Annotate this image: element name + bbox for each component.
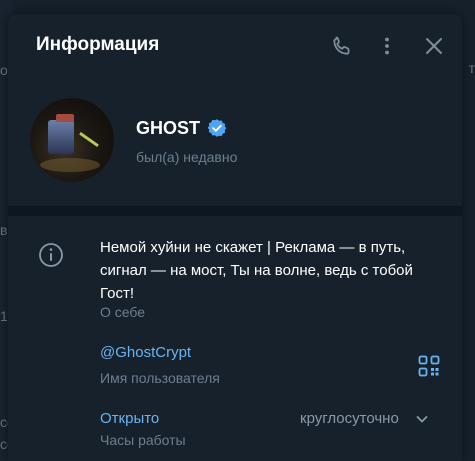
profile-status: был(а) недавно	[136, 149, 238, 165]
working-hours-label: Часы работы	[100, 432, 186, 448]
username-label: Имя пользователя	[100, 370, 220, 386]
avatar[interactable]	[30, 98, 114, 182]
background-fragment: т	[468, 60, 475, 76]
background-fragment: о	[0, 62, 8, 78]
working-hours-dropdown[interactable]: круглосуточно	[300, 410, 399, 427]
dialog-header: Информация	[8, 14, 462, 78]
dialog-title: Информация	[36, 34, 160, 55]
bio-text: Немой хуйни не скажет | Реклама — в путь…	[100, 239, 413, 302]
working-hours-status: Открыто	[100, 410, 160, 427]
qr-code-icon[interactable]	[418, 355, 440, 377]
more-vertical-icon[interactable]	[375, 34, 399, 58]
bio-label: О себе	[100, 304, 146, 320]
close-icon[interactable]	[422, 34, 446, 58]
profile-info-dialog: Информация GHOST был(а) недавно Немой ху…	[8, 14, 462, 461]
username-link[interactable]: @GhostCrypt	[100, 344, 191, 361]
chevron-down-icon[interactable]	[415, 412, 429, 426]
phone-icon[interactable]	[330, 34, 354, 58]
info-icon	[38, 242, 64, 268]
section-divider	[8, 206, 462, 216]
profile-name: GHOST	[136, 118, 201, 138]
verified-icon	[207, 118, 227, 138]
